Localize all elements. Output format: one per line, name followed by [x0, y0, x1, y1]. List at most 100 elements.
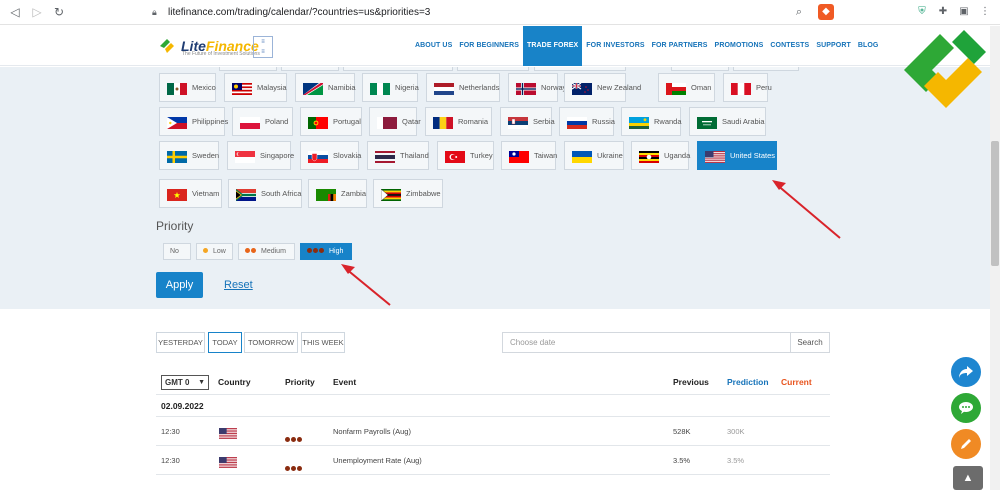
- country-option-sk[interactable]: Slovakia: [300, 141, 361, 170]
- country-option-rw[interactable]: Rwanda: [621, 107, 682, 136]
- menu-item-for-investors[interactable]: FOR INVESTORS: [583, 26, 647, 66]
- priority-option-no[interactable]: No: [163, 243, 191, 260]
- menu-item-promotions[interactable]: PROMOTIONS: [712, 26, 767, 66]
- site-logo[interactable]: LiteFinance The Future of Investment Sol…: [158, 34, 260, 58]
- country-name: Russia: [592, 117, 615, 126]
- country-option-sa[interactable]: Saudi Arabia: [689, 107, 766, 136]
- event-name[interactable]: Nonfarm Payrolls (Aug): [333, 427, 411, 436]
- country-option-no[interactable]: Norway: [508, 73, 566, 102]
- country-option-qa[interactable]: Qatar: [369, 107, 421, 136]
- chat-icon[interactable]: [951, 393, 981, 423]
- country-option-ph[interactable]: Philippines: [159, 107, 228, 136]
- country-option-zw[interactable]: Zimbabwe: [373, 179, 443, 208]
- country-option-nz[interactable]: New Zealand: [564, 73, 641, 102]
- extension-shield-icon[interactable]: ⛨: [914, 4, 930, 20]
- divider: [156, 394, 830, 395]
- country-option-mx[interactable]: Mexico: [159, 73, 216, 102]
- country-option-vn[interactable]: Vietnam: [159, 179, 222, 208]
- flag-ru-icon: [567, 117, 587, 129]
- url-text: litefinance.com/trading/calendar/?countr…: [168, 7, 431, 18]
- country-option-se[interactable]: Sweden: [159, 141, 219, 170]
- country-option-my[interactable]: Malaysia: [224, 73, 287, 102]
- flag-tr-icon: [445, 151, 465, 163]
- country-option-tr[interactable]: Turkey: [437, 141, 494, 170]
- country-option-pl[interactable]: Poland: [232, 107, 293, 136]
- share-arrow-icon[interactable]: [951, 357, 981, 387]
- page-scrollbar[interactable]: [990, 26, 1000, 490]
- country-name: Norway: [541, 83, 567, 92]
- timezone-value: GMT 0: [165, 378, 190, 387]
- country-name: Uganda: [664, 151, 691, 160]
- chevron-down-icon: ▼: [198, 379, 205, 386]
- country-name: Zambia: [341, 189, 367, 198]
- timezone-select[interactable]: GMT 0 ▼: [161, 375, 209, 390]
- country-option-th[interactable]: Thailand: [367, 141, 429, 170]
- country-option-ua[interactable]: Ukraine: [564, 141, 624, 170]
- country-name: South Africa: [261, 189, 302, 198]
- priority-dot-icon: [285, 466, 290, 471]
- zoom-icon[interactable]: ⌕: [796, 2, 802, 23]
- row-stub: [457, 67, 529, 71]
- menu-item-contests[interactable]: CONTESTS: [767, 26, 812, 66]
- country-option-tw[interactable]: Taiwan: [501, 141, 557, 170]
- date-search-button[interactable]: Search: [790, 332, 830, 353]
- address-bar[interactable]: 🔒︎ litefinance.com/trading/calendar/?cou…: [140, 2, 810, 23]
- wallet-icon[interactable]: ▣: [956, 4, 972, 20]
- priority-dot-icon: [245, 248, 250, 253]
- tab-this-week[interactable]: THIS WEEK: [301, 332, 345, 353]
- country-option-rs[interactable]: Serbia: [500, 107, 555, 136]
- anniversary-badge-icon: ≡ ≡: [253, 36, 273, 58]
- country-option-za[interactable]: South Africa: [228, 179, 302, 208]
- menu-item-about-us[interactable]: ABOUT US: [412, 26, 455, 66]
- back-icon[interactable]: ◁: [6, 3, 24, 21]
- row-stub: [534, 67, 626, 71]
- country-name: Namibia: [328, 83, 356, 92]
- country-option-zm[interactable]: Zambia: [308, 179, 367, 208]
- menu-item-for-beginners[interactable]: FOR BEGINNERS: [456, 26, 522, 66]
- country-option-ru[interactable]: Russia: [559, 107, 615, 136]
- country-option-om[interactable]: Oman: [658, 73, 715, 102]
- menu-item-blog[interactable]: BLOG: [855, 26, 882, 66]
- forward-icon[interactable]: ▷: [28, 3, 46, 21]
- apply-button[interactable]: Apply: [156, 272, 203, 298]
- country-option-ng[interactable]: Nigeria: [362, 73, 419, 102]
- flag-om-icon: [666, 83, 686, 95]
- country-name: Qatar: [402, 117, 421, 126]
- country-option-nl[interactable]: Netherlands: [426, 73, 500, 102]
- tab-today[interactable]: TODAY: [208, 332, 242, 353]
- country-option-pe[interactable]: Peru: [723, 73, 772, 102]
- logo-mark-icon: [158, 36, 178, 56]
- priority-option-high[interactable]: High: [300, 243, 352, 260]
- flag-ng-icon: [370, 83, 390, 95]
- reset-link[interactable]: Reset: [224, 279, 253, 291]
- pencil-icon[interactable]: [951, 429, 981, 459]
- priority-option-label: No: [170, 248, 179, 255]
- tab-tomorrow[interactable]: TOMORROW: [244, 332, 298, 353]
- country-option-pt[interactable]: Portugal: [300, 107, 362, 136]
- flag-se-icon: [167, 151, 187, 163]
- country-option-ro[interactable]: Romania: [425, 107, 492, 136]
- brave-shield-icon[interactable]: ◆: [818, 4, 834, 20]
- table-date: 02.09.2022: [161, 401, 204, 411]
- tab-yesterday[interactable]: YESTERDAY: [156, 332, 205, 353]
- logo-tagline: The Future of Investment Solutions: [182, 51, 260, 57]
- flag-sg-icon: [235, 151, 255, 163]
- priority-option-medium[interactable]: Medium: [238, 243, 295, 260]
- date-input[interactable]: Choose date: [502, 332, 830, 353]
- event-name[interactable]: Unemployment Rate (Aug): [333, 456, 422, 465]
- menu-item-for-partners[interactable]: FOR PARTNERS: [649, 26, 711, 66]
- chevron-up-icon[interactable]: ▲: [953, 466, 983, 490]
- priority-option-low[interactable]: Low: [196, 243, 233, 260]
- lock-icon: 🔒︎: [152, 7, 157, 17]
- menu-item-support[interactable]: SUPPORT: [813, 26, 854, 66]
- puzzle-icon[interactable]: ✚: [935, 4, 951, 20]
- menu-item-trade-forex[interactable]: TRADE FOREX: [523, 26, 583, 66]
- menu-icon[interactable]: ⋮: [977, 4, 993, 20]
- country-option-us[interactable]: United States: [697, 141, 777, 170]
- browser-toolbar: ◁ ▷ ↻ 🔒︎ litefinance.com/trading/calenda…: [0, 0, 1000, 25]
- country-option-na[interactable]: Namibia: [295, 73, 356, 102]
- country-option-sg[interactable]: Singapore: [227, 141, 294, 170]
- scroll-thumb[interactable]: [991, 141, 999, 266]
- reload-icon[interactable]: ↻: [50, 3, 68, 21]
- country-option-ug[interactable]: Uganda: [631, 141, 691, 170]
